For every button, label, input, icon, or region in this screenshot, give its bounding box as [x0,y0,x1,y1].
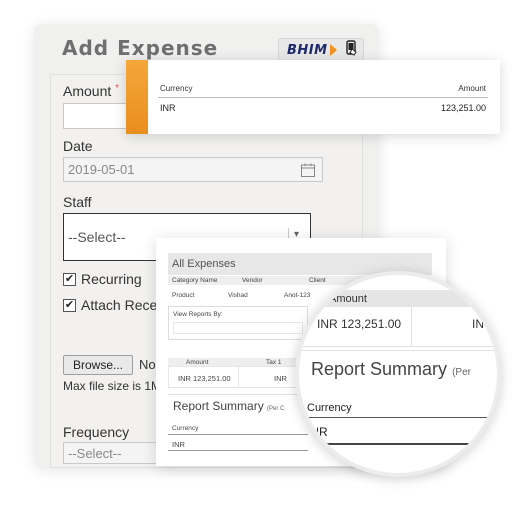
phone-tap-icon [343,39,359,61]
lens-currency-value: INR [307,425,328,439]
date-value: 2019-05-01 [68,162,135,177]
lens-amount-header: Amount [299,290,497,307]
amount-cell: INR 123,251.00 [178,374,231,383]
bhim-logo-text: BHIM [287,42,328,58]
frequency-select-value: --Select-- [68,445,122,461]
lens-currency-header: Currency [307,402,352,414]
report-summary-title: Report Summary (Per C [173,399,285,413]
col-client: Client [309,277,326,284]
max-file-size-text: Max file size is 1M [63,379,162,393]
view-reports-label: View Reports By: [173,311,223,318]
amount-tax-divider [238,366,239,388]
popup-accent-bar [126,60,148,134]
bhim-arrow-icon [329,44,337,56]
currency-cell: INR [172,440,185,449]
lens-currency-bottom-line [307,443,497,445]
recurring-label: Recurring [81,271,142,287]
currency-summary-popup: Currency Amount INR 123,251.00 [126,60,500,134]
amount-input[interactable] [63,103,127,129]
staff-select-value: --Select-- [68,229,126,245]
recurring-checkbox[interactable]: ✔ [63,273,76,286]
no-file-text: No [139,357,156,372]
page-title: Add Expense [62,36,219,60]
bhim-pay-button[interactable]: BHIM [278,38,364,62]
lens-report-summary-title: Report Summary (Per [311,359,471,379]
frequency-label: Frequency [63,424,130,440]
popup-amount-value: 123,251.00 [440,103,486,113]
date-input[interactable]: 2019-05-01 [63,157,323,182]
attach-receipt-label: Attach Recei [81,297,161,313]
lens-currency-divider [307,417,497,418]
lens-amount-row: INR 123,251.00 IN [299,307,497,347]
col-vendor: Vendor [242,277,263,284]
amount-label: Amount * [63,83,120,99]
popup-currency-header: Currency [160,84,193,93]
amount-column-header: Amount [186,359,209,366]
popup-divider [158,97,488,98]
col-category-name: Category Name [172,277,218,284]
cell-vendor: Vishad [228,292,248,299]
browse-button[interactable]: Browse... [63,355,133,375]
cell-category: Product [172,292,195,299]
view-reports-select[interactable] [173,322,303,334]
currency-divider [168,434,308,435]
calendar-icon[interactable] [300,162,316,181]
lens-second-value: IN [472,317,484,331]
lens-cell-divider [411,307,412,347]
currency-header: Currency [172,425,199,432]
tax-column-header: Tax 1 [266,359,282,366]
attach-receipt-checkbox[interactable]: ✔ [63,299,76,312]
popup-currency-value: INR [160,103,176,113]
staff-label: Staff [63,194,92,210]
date-label: Date [63,138,93,154]
tax-cell: INR [274,374,287,383]
popup-amount-header: Amount [458,84,486,93]
frequency-select[interactable]: --Select-- [63,442,163,464]
lens-amount-value: INR 123,251.00 [317,317,402,331]
currency-bottom-line [168,450,308,451]
magnifier-lens: Amount INR 123,251.00 IN Report Summary … [295,271,501,477]
